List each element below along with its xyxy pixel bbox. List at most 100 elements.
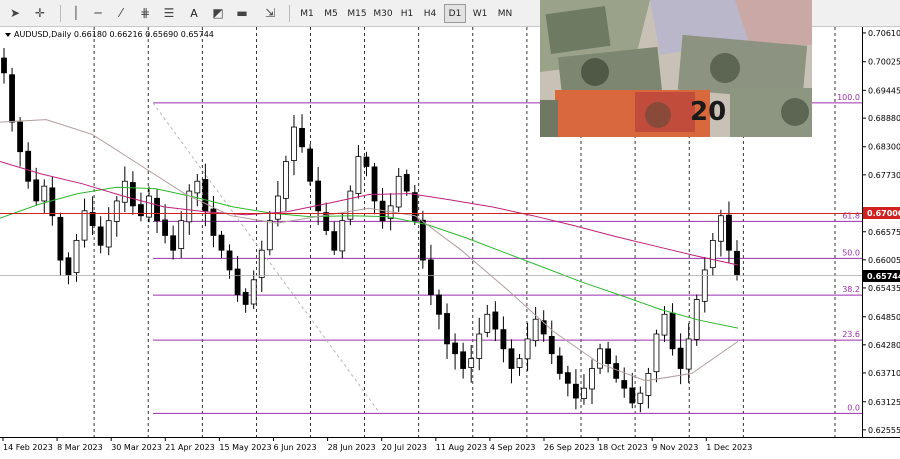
candle-body <box>653 333 660 373</box>
candle-body <box>226 250 233 271</box>
fibonacci-icon[interactable]: ☰ <box>160 4 178 23</box>
candle-body <box>250 279 257 305</box>
candle-body <box>661 313 668 336</box>
candle-body <box>339 220 346 252</box>
candle-body <box>81 210 88 241</box>
candle-body <box>73 239 80 274</box>
candle-body <box>274 195 281 220</box>
crosshair-icon[interactable]: ✛ <box>32 4 48 23</box>
candle-body <box>363 156 370 167</box>
candle-body <box>484 313 491 333</box>
candle-body <box>685 338 692 370</box>
text-tool-button[interactable]: A <box>186 4 202 23</box>
chart-title-label: AUDUSD,Daily 0.66180 0.66216 0.65690 0.6… <box>14 30 214 39</box>
vertical-line-icon[interactable]: │ <box>68 4 84 23</box>
candle-body <box>629 387 636 404</box>
candle-body <box>564 372 571 384</box>
timeframe-mn[interactable]: MN <box>493 4 517 23</box>
candle-body <box>524 338 531 360</box>
candle-body <box>452 342 458 355</box>
time-tick-label: 30 Mar 2023 <box>111 443 162 452</box>
price-tick-label: 0.70025 <box>868 58 900 67</box>
price-tick-label: 0.63125 <box>868 398 900 407</box>
timeframe-m15[interactable]: M15 <box>344 4 370 23</box>
candle-body <box>460 351 467 369</box>
time-tick-label: 15 May 2023 <box>219 443 271 452</box>
price-tick-label: 0.65435 <box>868 284 900 293</box>
candle-body <box>734 250 740 276</box>
timeframe-h1[interactable]: H1 <box>396 4 418 23</box>
price-tag-current-label: 0.65744 <box>867 272 900 281</box>
candle-body <box>508 348 515 369</box>
candle-body <box>597 348 603 369</box>
time-tick-label: 20 Jul 2023 <box>382 443 427 452</box>
candle-body <box>709 239 716 269</box>
timeframe-m1[interactable]: M1 <box>296 4 318 23</box>
candle-body <box>669 312 676 350</box>
candle-body <box>258 249 265 278</box>
price-tick-label: 0.68880 <box>868 114 900 123</box>
timeframe-m5[interactable]: M5 <box>320 4 342 23</box>
timeframe-w1[interactable]: W1 <box>469 4 491 23</box>
fib-level-label: 100.0 <box>837 93 860 102</box>
chart-title: AUDUSD,Daily 0.66180 0.66216 0.65690 0.6… <box>5 30 214 39</box>
time-tick-label: 28 Jun 2023 <box>328 443 376 452</box>
arrows-menu-icon[interactable]: ⇲ <box>260 4 280 23</box>
candle-body <box>532 318 539 342</box>
candle-body <box>89 212 96 226</box>
horizontal-line-icon[interactable]: ─ <box>90 4 106 23</box>
time-tick-label: 9 Nov 2023 <box>652 443 698 452</box>
candle-body <box>637 392 644 404</box>
time-tick-label: 14 Feb 2023 <box>3 443 53 452</box>
price-tick-label: 0.69445 <box>868 86 900 95</box>
candle-body <box>283 161 289 199</box>
fib-level-label: 61.8 <box>842 211 860 220</box>
timeframe-m30[interactable]: M30 <box>370 4 396 23</box>
candle-body <box>573 383 579 399</box>
time-tick-label: 11 Aug 2023 <box>436 443 487 452</box>
candle-body <box>154 197 160 222</box>
candle-body <box>291 126 297 161</box>
price-tick-label: 0.68300 <box>868 143 900 152</box>
candle-body <box>492 311 499 330</box>
candle-body <box>25 150 32 182</box>
candle-body <box>701 269 708 302</box>
candle-body <box>129 182 136 207</box>
candle-body <box>403 174 410 192</box>
candle-body <box>548 335 555 355</box>
candle-body <box>97 226 104 246</box>
time-tick-label: 18 Oct 2023 <box>598 443 647 452</box>
price-tick-label: 0.63710 <box>868 369 900 378</box>
candle-body <box>162 219 168 236</box>
candle-body <box>347 190 354 220</box>
candle-body <box>581 387 587 399</box>
candle-body <box>476 333 483 359</box>
price-tag-resistance-label: 0.67000 <box>867 209 900 218</box>
candle-body <box>331 231 338 251</box>
candle-body <box>202 179 209 212</box>
time-tick-label: 8 Mar 2023 <box>57 443 103 452</box>
rectangle-icon[interactable]: ▬ <box>234 4 250 23</box>
candle-body <box>49 187 56 217</box>
toolbar-separator <box>289 5 290 22</box>
price-tick-label: 0.64850 <box>868 313 900 322</box>
time-tick-label: 26 Sep 2023 <box>544 443 595 452</box>
candle-body <box>645 373 652 396</box>
candle-body <box>589 368 595 390</box>
timeframe-h4[interactable]: H4 <box>419 4 441 23</box>
channel-icon[interactable]: ⋕ <box>136 4 154 23</box>
candle-body <box>726 214 732 251</box>
timeframe-d1[interactable]: D1 <box>444 4 466 23</box>
svg-text:20: 20 <box>690 97 726 127</box>
candle-body <box>178 220 185 249</box>
price-tick-label: 0.66575 <box>868 228 900 237</box>
price-tick-label: 0.64280 <box>868 341 900 350</box>
candle-body <box>242 291 249 305</box>
text-label-icon[interactable]: ◩ <box>210 4 226 23</box>
candle-body <box>1 57 7 74</box>
trendline-icon[interactable]: ⁄ <box>113 4 129 23</box>
candle-body <box>419 219 426 261</box>
cursor-icon[interactable]: ➤ <box>7 4 23 23</box>
candle-body <box>266 220 273 251</box>
candle-body <box>41 185 48 202</box>
